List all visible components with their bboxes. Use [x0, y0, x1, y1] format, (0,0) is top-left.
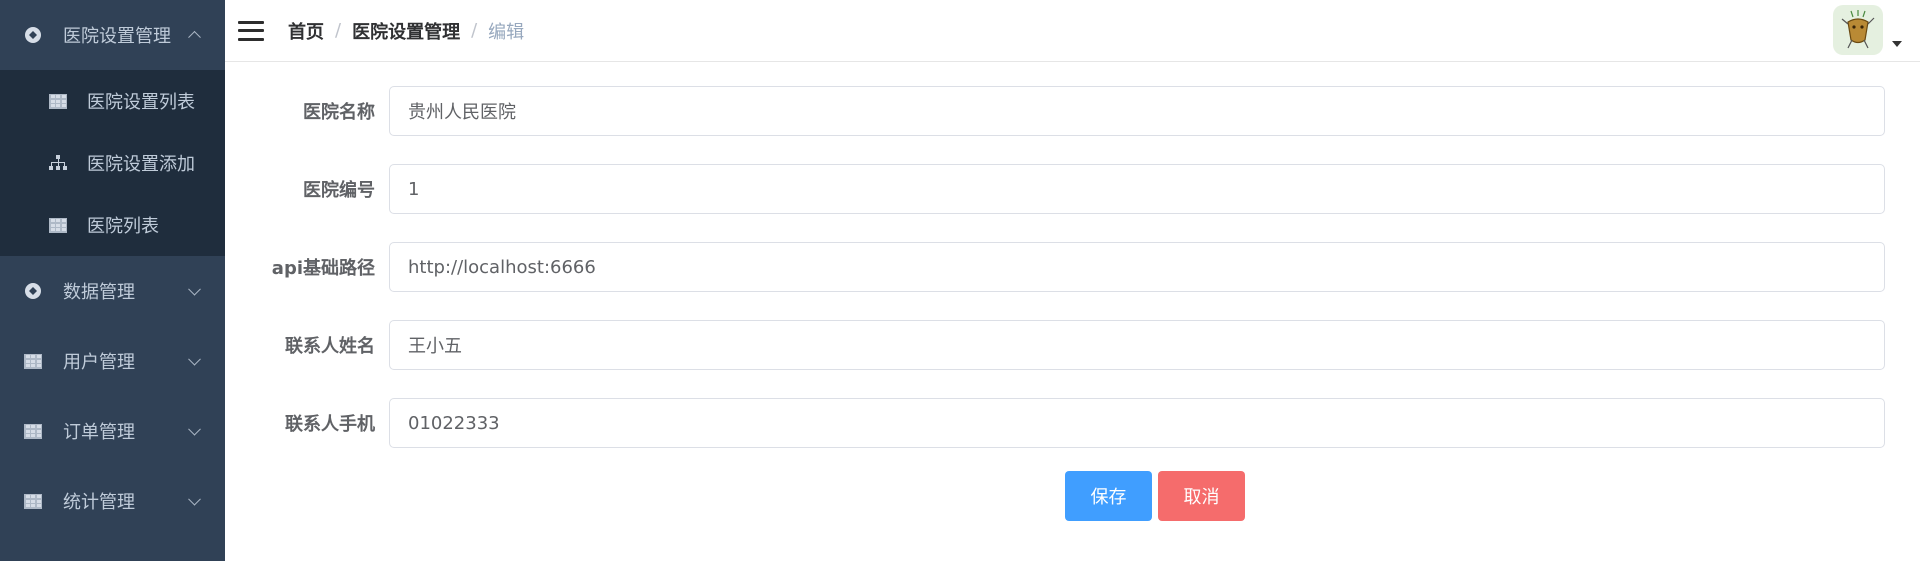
- app: 医院设置管理 医院设置列表 医院设置添加 医院列表 数据管理 用户管理 订单管理…: [0, 0, 1920, 561]
- breadcrumb: 首页 / 医院设置管理 / 编辑: [288, 18, 524, 44]
- sidebar: 医院设置管理 医院设置列表 医院设置添加 医院列表 数据管理 用户管理 订单管理…: [0, 0, 225, 561]
- chevron-down-icon: [188, 282, 201, 296]
- menu-statistics-management[interactable]: 统计管理: [0, 466, 225, 536]
- avatar-image: [1841, 10, 1875, 49]
- form-row-api-base-url: api基础路径: [225, 242, 1920, 292]
- menu-data-management[interactable]: 数据管理: [0, 256, 225, 326]
- hospital-code-input[interactable]: [389, 164, 1885, 214]
- menu-hospital-settings[interactable]: 医院设置管理: [0, 0, 225, 70]
- table-icon: [49, 216, 67, 234]
- sidebar-item-label: 医院列表: [87, 216, 159, 237]
- chevron-down-icon: [188, 352, 201, 366]
- menu-label: 数据管理: [63, 282, 135, 303]
- chevron-down-icon: [188, 492, 201, 506]
- chevron-up-icon: [188, 30, 201, 44]
- caret-down-icon: [1892, 41, 1902, 47]
- form-actions: 保存 取消: [225, 471, 1920, 521]
- form-row-hospital-name: 医院名称: [225, 86, 1920, 136]
- menu-label: 订单管理: [63, 422, 135, 443]
- table-icon: [24, 492, 42, 510]
- breadcrumb-hospital-settings[interactable]: 医院设置管理: [352, 18, 460, 44]
- sidebar-item-hospital-settings-add[interactable]: 医院设置添加: [0, 132, 225, 194]
- settings-icon: [24, 26, 42, 44]
- sidebar-item-label: 医院设置列表: [87, 92, 195, 113]
- tree-icon: [49, 154, 67, 172]
- breadcrumb-separator: /: [335, 20, 342, 41]
- api-base-url-label: api基础路径: [271, 258, 375, 279]
- breadcrumb-home[interactable]: 首页: [288, 18, 324, 44]
- hospital-name-input[interactable]: [389, 86, 1885, 136]
- sidebar-item-hospital-list[interactable]: 医院列表: [0, 194, 225, 256]
- form-row-contact-name: 联系人姓名: [225, 320, 1920, 370]
- settings-icon: [24, 282, 42, 300]
- contact-name-input[interactable]: [389, 320, 1885, 370]
- contact-name-label: 联系人姓名: [285, 336, 375, 357]
- menu-label: 统计管理: [63, 492, 135, 513]
- menu-label: 医院设置管理: [63, 26, 171, 47]
- cancel-button[interactable]: 取消: [1158, 471, 1245, 521]
- contact-phone-label: 联系人手机: [285, 414, 375, 435]
- navbar: 首页 / 医院设置管理 / 编辑: [225, 0, 1920, 62]
- api-base-url-input[interactable]: [389, 242, 1885, 292]
- hospital-settings-form: 医院名称 医院编号 api基础路径 联系人姓名 联系人手机 保存 取消: [225, 62, 1920, 521]
- chevron-down-icon: [188, 422, 201, 436]
- table-icon: [24, 422, 42, 440]
- form-row-hospital-code: 医院编号: [225, 164, 1920, 214]
- hospital-name-label: 医院名称: [303, 102, 375, 123]
- menu-order-management[interactable]: 订单管理: [0, 396, 225, 466]
- sidebar-item-hospital-settings-list[interactable]: 医院设置列表: [0, 70, 225, 132]
- breadcrumb-current: 编辑: [488, 21, 525, 43]
- sidebar-item-label: 医院设置添加: [87, 154, 195, 175]
- hamburger-menu-icon[interactable]: [238, 20, 264, 41]
- avatar[interactable]: [1833, 5, 1883, 55]
- table-icon: [24, 352, 42, 370]
- breadcrumb-separator: /: [471, 20, 478, 41]
- save-button[interactable]: 保存: [1065, 471, 1152, 521]
- submenu-hospital-settings: 医院设置列表 医院设置添加 医院列表: [0, 70, 225, 256]
- menu-user-management[interactable]: 用户管理: [0, 326, 225, 396]
- menu-label: 用户管理: [63, 352, 135, 373]
- contact-phone-input[interactable]: [389, 398, 1885, 448]
- hospital-code-label: 医院编号: [303, 180, 375, 201]
- form-row-contact-phone: 联系人手机: [225, 398, 1920, 448]
- main-content: 首页 / 医院设置管理 / 编辑 医院名称 贵州人民医院 医院编号 1 api基…: [225, 0, 1920, 561]
- table-icon: [49, 92, 67, 110]
- user-avatar-dropdown[interactable]: [1833, 5, 1902, 55]
